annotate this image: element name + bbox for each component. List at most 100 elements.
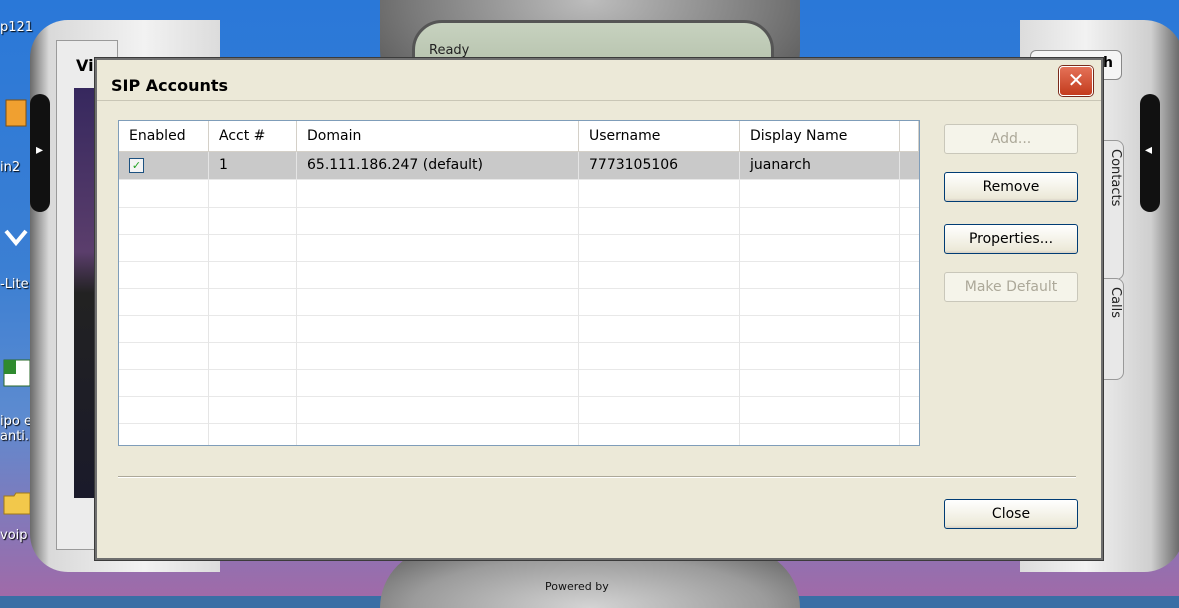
dialog-separator: [118, 476, 1076, 478]
table-row-empty: [119, 234, 919, 262]
empty-cell: [579, 180, 740, 207]
empty-cell: [297, 369, 579, 396]
table-row-empty: [119, 423, 919, 445]
empty-cell: [579, 207, 740, 234]
dialog-close-x-button[interactable]: ✕: [1059, 66, 1093, 96]
desktop-icon-label: p121: [0, 20, 34, 35]
empty-cell: [297, 423, 579, 445]
softphone-search-label: h: [1103, 55, 1113, 71]
empty-cell: [900, 342, 919, 369]
column-header-domain[interactable]: Domain: [297, 121, 579, 151]
chevron-right-icon: ▸: [36, 142, 44, 158]
column-header-acct[interactable]: Acct #: [209, 121, 297, 151]
empty-cell: [297, 396, 579, 423]
chevron-left-icon: ◂: [1145, 142, 1153, 158]
desktop-icon-label: voip: [0, 528, 28, 543]
empty-cell: [579, 342, 740, 369]
empty-cell: [297, 234, 579, 261]
empty-cell: [297, 180, 579, 207]
powered-by-label: Powered by: [545, 580, 609, 593]
empty-cell: [740, 180, 900, 207]
empty-cell: [579, 423, 740, 445]
empty-cell: [579, 234, 740, 261]
empty-cell: [740, 288, 900, 315]
dialog-titlebar[interactable]: SIP Accounts ✕: [97, 60, 1101, 101]
accounts-table[interactable]: Enabled Acct # Domain Username Display N…: [118, 120, 920, 446]
empty-cell: [900, 180, 919, 207]
table-row-empty: [119, 315, 919, 343]
desktop-icon-label: in2: [0, 160, 21, 175]
excel-file-icon: [3, 359, 31, 387]
properties-button[interactable]: Properties...: [944, 224, 1078, 254]
empty-cell: [900, 423, 919, 445]
empty-cell: [579, 315, 740, 342]
username-cell: 7773105106: [579, 152, 740, 179]
filler-cell: [900, 152, 919, 179]
make-default-button[interactable]: Make Default: [944, 272, 1078, 302]
empty-cell: [579, 261, 740, 288]
empty-cell: [209, 342, 297, 369]
empty-cell: [119, 234, 209, 261]
empty-cell: [119, 423, 209, 445]
column-header-username[interactable]: Username: [579, 121, 740, 151]
empty-cell: [209, 261, 297, 288]
table-row[interactable]: ✓ 1 65.111.186.247 (default) 7773105106 …: [119, 152, 919, 180]
table-row-empty: [119, 342, 919, 370]
table-row-empty: [119, 180, 919, 208]
empty-cell: [119, 315, 209, 342]
desktop-icon-label: -Lite: [0, 277, 29, 292]
softphone-status-text: Ready: [429, 43, 470, 58]
empty-cell: [297, 315, 579, 342]
column-header-enabled[interactable]: Enabled: [119, 121, 209, 151]
empty-cell: [209, 207, 297, 234]
display-name-cell: juanarch: [740, 152, 900, 179]
empty-cell: [740, 342, 900, 369]
empty-cell: [119, 288, 209, 315]
sim-card-icon: [5, 99, 27, 127]
enabled-checkbox[interactable]: ✓: [129, 157, 144, 173]
empty-cell: [900, 261, 919, 288]
empty-cell: [740, 234, 900, 261]
empty-cell: [900, 234, 919, 261]
empty-cell: [579, 396, 740, 423]
acct-cell: 1: [209, 152, 297, 179]
empty-cell: [297, 207, 579, 234]
softphone-expand-left-handle[interactable]: ▸: [30, 94, 50, 212]
empty-cell: [900, 288, 919, 315]
column-header-filler: [900, 121, 919, 151]
empty-cell: [740, 207, 900, 234]
empty-cell: [900, 396, 919, 423]
close-icon: ✕: [1067, 68, 1085, 92]
softphone-expand-right-handle[interactable]: ◂: [1140, 94, 1160, 212]
remove-button[interactable]: Remove: [944, 172, 1078, 202]
folder-icon: [3, 492, 31, 515]
empty-cell: [119, 180, 209, 207]
empty-cell: [119, 342, 209, 369]
close-button[interactable]: Close: [944, 499, 1078, 529]
add-button[interactable]: Add...: [944, 124, 1078, 154]
empty-cell: [297, 261, 579, 288]
empty-cell: [579, 288, 740, 315]
column-header-display-name[interactable]: Display Name: [740, 121, 900, 151]
dialog-title: SIP Accounts: [111, 76, 229, 95]
softphone-left-label: Vi: [76, 56, 94, 75]
desktop-icon-p121[interactable]: p121: [0, 20, 44, 35]
empty-cell: [209, 180, 297, 207]
empty-cell: [740, 369, 900, 396]
table-row-empty: [119, 369, 919, 397]
empty-cell: [297, 288, 579, 315]
empty-cell: [209, 315, 297, 342]
empty-cell: [119, 207, 209, 234]
empty-cell: [209, 288, 297, 315]
empty-cell: [900, 369, 919, 396]
table-row-empty: [119, 261, 919, 289]
table-row-empty: [119, 207, 919, 235]
empty-cell: [579, 369, 740, 396]
empty-cell: [209, 369, 297, 396]
empty-cell: [209, 234, 297, 261]
sip-accounts-dialog: SIP Accounts ✕ Enabled Acct # Domain Use…: [95, 58, 1103, 560]
empty-cell: [740, 315, 900, 342]
enabled-cell[interactable]: ✓: [119, 152, 209, 179]
table-row-empty: [119, 288, 919, 316]
empty-cell: [900, 207, 919, 234]
